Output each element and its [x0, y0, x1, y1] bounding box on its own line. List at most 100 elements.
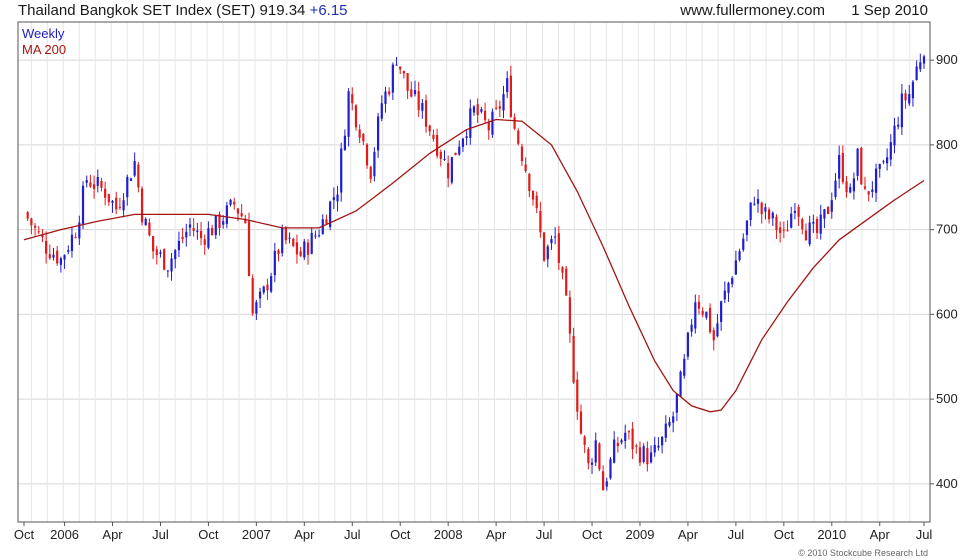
candle-body [590, 462, 594, 465]
candle-body [871, 189, 874, 192]
x-tick-label: 2010 [817, 527, 846, 542]
candle-body [801, 219, 804, 230]
candle-body [37, 231, 40, 233]
candle-body [716, 323, 719, 337]
candle-body [92, 184, 96, 189]
candle-body [281, 227, 284, 254]
candle-body [421, 102, 424, 111]
copyright-footer: © 2010 Stockcube Research Ltd [798, 548, 928, 558]
candle-body [520, 146, 524, 162]
candle-body [129, 178, 133, 181]
candle-body [568, 297, 572, 334]
y-tick-label: 800 [936, 137, 958, 152]
candle-body [911, 81, 915, 99]
candle-body [495, 107, 498, 109]
x-tick-label: Oct [390, 527, 411, 542]
candle-body [697, 301, 701, 309]
candle-body [808, 222, 811, 245]
candle-body [487, 121, 490, 131]
candle-body [402, 70, 406, 74]
candle-body [347, 91, 350, 137]
candle-body [664, 423, 667, 438]
candle-body [255, 302, 258, 314]
candle-body [897, 124, 900, 127]
candle-body [354, 105, 358, 128]
candle-body [782, 229, 785, 231]
candle-body [919, 62, 922, 70]
candle-body [310, 232, 313, 254]
y-tick-label: 500 [936, 391, 958, 406]
candle-body [723, 290, 726, 300]
legend-entry: MA 200 [22, 42, 66, 57]
candle-body [340, 148, 343, 193]
x-tick-label: Apr [870, 527, 891, 542]
candle-body [406, 73, 409, 92]
candle-body [258, 291, 262, 299]
candle-body [524, 164, 527, 172]
candle-body [192, 227, 195, 231]
candle-body [638, 447, 642, 463]
candle-body [694, 302, 697, 329]
candle-body [303, 241, 306, 258]
candle-body [439, 152, 442, 160]
candle-body [686, 332, 690, 357]
candle-body [701, 310, 704, 315]
y-tick-label: 900 [936, 52, 958, 67]
candle-body [52, 254, 55, 258]
candle-body [531, 190, 535, 200]
candle-body [708, 307, 712, 333]
x-tick-label: Oct [774, 527, 795, 542]
x-tick-label: Oct [198, 527, 219, 542]
candle-body [624, 432, 627, 441]
plot-area [18, 22, 930, 522]
candle-body [764, 207, 767, 212]
candle-body [878, 163, 881, 169]
candle-body [74, 237, 77, 239]
candle-body [159, 252, 162, 254]
candle-body [428, 125, 431, 132]
candle-body [163, 249, 166, 270]
candle-body [417, 91, 420, 111]
candlestick-chart: 400 500 600 700 800 900 Oct 2006 Apr Jul Oct 2007 Ap… [14, 21, 958, 542]
candle-body [144, 218, 147, 226]
x-tick-label: Jul [344, 527, 361, 542]
candle-body [369, 166, 372, 179]
candle-body [830, 200, 833, 212]
candle-body [100, 181, 103, 188]
candle-body [867, 191, 870, 195]
candle-body [587, 449, 590, 464]
candle-body [148, 222, 151, 236]
candle-body [292, 238, 295, 246]
candle-body [826, 207, 830, 215]
candle-body [454, 152, 457, 156]
candle-body [882, 161, 885, 163]
candle-body [753, 203, 756, 205]
candle-body [539, 211, 542, 233]
candle-body [627, 431, 631, 433]
candle-body [576, 379, 579, 412]
candle-body [199, 230, 203, 239]
candle-body [653, 444, 656, 453]
candle-body [705, 311, 708, 318]
candle-body [63, 255, 66, 260]
candle-body [594, 440, 597, 463]
candle-body [306, 242, 310, 255]
x-tick-label: Jul [916, 527, 933, 542]
candle-body [620, 440, 623, 443]
candle-body [845, 181, 848, 193]
candle-body [336, 194, 339, 202]
candle-body [767, 209, 771, 220]
candle-body [472, 106, 476, 113]
candle-body [546, 246, 549, 260]
x-tick-label: Apr [486, 527, 507, 542]
candle-body [565, 268, 568, 296]
candle-body [731, 278, 734, 285]
candle-body [380, 103, 383, 119]
candle-body [572, 335, 575, 383]
candle-body [856, 148, 859, 176]
candle-body [812, 221, 815, 224]
candle-body [738, 251, 741, 261]
candle-body [679, 371, 682, 397]
candle-body [185, 231, 188, 238]
candle-body [288, 237, 291, 239]
